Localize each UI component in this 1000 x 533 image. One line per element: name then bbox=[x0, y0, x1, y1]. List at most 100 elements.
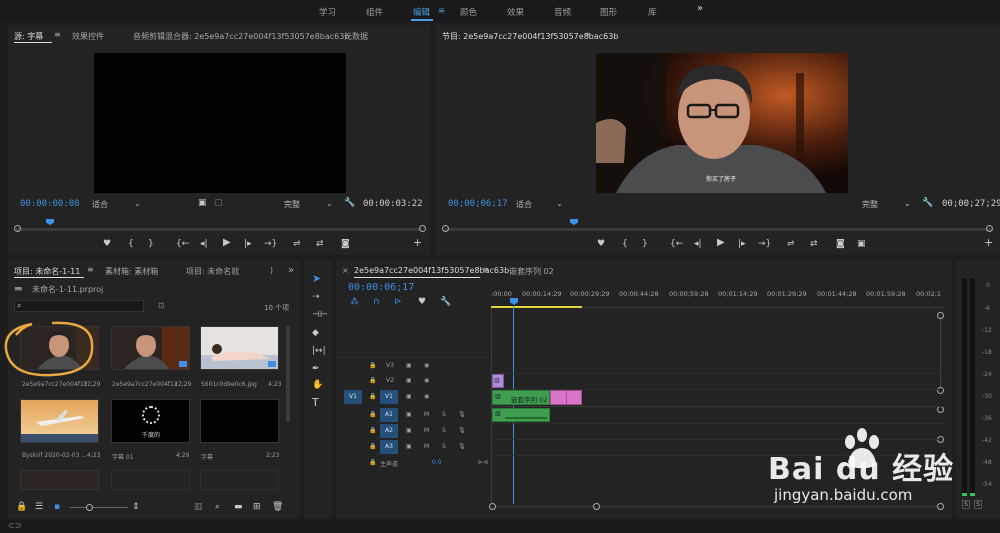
play-icon[interactable]: ▶ bbox=[223, 238, 231, 248]
step-back-icon[interactable]: ◂| bbox=[694, 239, 702, 249]
icon-view-icon[interactable]: ▪ bbox=[54, 502, 60, 512]
lock-icon[interactable]: 🔒 bbox=[369, 377, 376, 384]
master-volume-value[interactable]: 0.0 bbox=[432, 459, 442, 466]
track-header-v2[interactable]: 🔒 V2 ▣ ◉ bbox=[336, 373, 491, 389]
sync-lock-icon[interactable]: ▣ bbox=[406, 411, 412, 418]
source-patch-v1[interactable]: V1 bbox=[344, 390, 362, 404]
add-marker-icon[interactable]: ♥ bbox=[103, 239, 111, 249]
chevron-down-icon[interactable]: ⌄ bbox=[326, 199, 333, 208]
lock-icon[interactable]: 🔒 bbox=[369, 427, 376, 434]
new-bin-icon[interactable]: ▬ bbox=[234, 502, 243, 512]
tab-bin[interactable]: 素材箱: 素材箱 bbox=[105, 266, 158, 277]
workspace-more-icon[interactable]: » bbox=[697, 3, 703, 14]
tab-source[interactable]: 源: 字幕 bbox=[14, 31, 43, 42]
project-item-thumbnail[interactable] bbox=[200, 399, 279, 443]
eye-icon[interactable]: ◉ bbox=[424, 377, 429, 384]
step-back-icon[interactable]: ◂| bbox=[200, 239, 208, 249]
mute-button[interactable]: M bbox=[424, 427, 429, 434]
program-zoom-bar[interactable] bbox=[444, 229, 992, 231]
pen-tool-icon[interactable]: ✒ bbox=[312, 364, 320, 374]
play-icon[interactable]: ▶ bbox=[717, 238, 725, 248]
mark-in-icon[interactable]: { bbox=[622, 239, 628, 249]
find-icon[interactable]: ⌕ bbox=[215, 502, 220, 512]
work-area-bar[interactable] bbox=[491, 306, 582, 308]
tab-menu-icon[interactable]: ≡ bbox=[87, 265, 94, 274]
source-fit-select[interactable]: 适合 bbox=[92, 199, 108, 210]
sync-lock-icon[interactable]: ▣ bbox=[406, 443, 412, 450]
clip-a1-audio[interactable]: ▥ bbox=[492, 408, 550, 422]
hand-tool-icon[interactable]: ✋ bbox=[312, 380, 323, 390]
timeline-timecode[interactable]: 00:00:06;17 bbox=[348, 282, 414, 293]
track-header-a1[interactable]: 🔒 A1 ▣ M S 🎙 bbox=[336, 407, 491, 423]
nest-toggle-icon[interactable]: ⁂ bbox=[350, 297, 359, 307]
project-item-thumbnail[interactable] bbox=[20, 470, 99, 490]
timeline-ruler[interactable]: :00;00 00;00;14;29 00;00;29;29 00;00;44;… bbox=[491, 284, 943, 308]
timeline-settings-icon[interactable]: 🔧 bbox=[440, 297, 451, 307]
go-to-out-icon[interactable]: →} bbox=[758, 239, 771, 249]
go-to-in-icon[interactable]: {← bbox=[670, 239, 683, 249]
tab-menu-icon[interactable]: ≡ bbox=[482, 265, 489, 274]
lock-icon[interactable]: 🔒 bbox=[369, 411, 376, 418]
solo-button[interactable]: S bbox=[442, 427, 446, 434]
tab-project[interactable]: 项目: 未命名-1-11 bbox=[14, 266, 80, 277]
track-id[interactable]: A1 bbox=[380, 408, 398, 422]
track-id[interactable]: V1 bbox=[380, 390, 398, 404]
program-time-ruler[interactable] bbox=[444, 213, 992, 229]
zoom-handle-left[interactable] bbox=[14, 225, 21, 232]
mute-button[interactable]: M bbox=[424, 411, 429, 418]
snap-icon[interactable]: ∩ bbox=[373, 297, 380, 307]
go-to-in-icon[interactable]: {← bbox=[176, 239, 189, 249]
step-forward-icon[interactable]: |▸ bbox=[244, 239, 252, 249]
camera-icon[interactable]: ◙ bbox=[341, 239, 350, 249]
project-search-input[interactable]: ⌕ bbox=[14, 300, 144, 312]
new-search-bin-icon[interactable]: ⊡ bbox=[158, 301, 165, 311]
source-timecode-current[interactable]: 00:00:00:08 bbox=[20, 199, 80, 209]
mark-out-icon[interactable]: } bbox=[148, 239, 154, 249]
project-item-thumbnail[interactable] bbox=[200, 470, 279, 490]
program-fit-select[interactable]: 适合 bbox=[516, 199, 532, 210]
tab-menu-icon[interactable]: ≡ bbox=[584, 30, 591, 39]
microphone-icon[interactable]: 🎙 bbox=[458, 411, 466, 418]
ripple-edit-tool-icon[interactable]: ⊣⊢ bbox=[312, 310, 328, 320]
mute-button[interactable]: M bbox=[424, 443, 429, 450]
tab-menu-icon[interactable]: ≡ bbox=[54, 30, 61, 39]
lift-icon[interactable]: ⇌ bbox=[787, 239, 795, 249]
vertical-zoom-handle[interactable] bbox=[937, 312, 944, 319]
track-header-v1[interactable]: V1 🔒 V1 ▣ ◉ bbox=[336, 389, 491, 405]
workspace-color[interactable]: 颜色 bbox=[460, 6, 477, 18]
project-item-thumbnail[interactable] bbox=[200, 326, 279, 370]
workspace-graphics[interactable]: 图形 bbox=[600, 6, 617, 18]
wrench-icon[interactable]: 🔧 bbox=[922, 198, 933, 208]
selection-tool-icon[interactable]: ➤ bbox=[312, 273, 321, 284]
type-tool-icon[interactable]: T bbox=[312, 397, 319, 408]
project-item-thumbnail[interactable] bbox=[111, 470, 190, 490]
go-to-end-icon[interactable]: ⊳⊲ bbox=[478, 459, 488, 466]
project-item-thumbnail[interactable] bbox=[20, 399, 99, 443]
add-button-icon[interactable]: + bbox=[984, 237, 993, 248]
h-scroll-handle-left[interactable] bbox=[489, 503, 496, 510]
workspace-menu-icon[interactable]: ≡ bbox=[438, 6, 445, 16]
list-view-icon[interactable]: ☰ bbox=[35, 502, 43, 512]
extract-icon[interactable]: ⇄ bbox=[810, 239, 818, 249]
camera-icon[interactable]: ◙ bbox=[836, 239, 845, 249]
sync-lock-icon[interactable]: ▣ bbox=[406, 362, 412, 369]
chevron-down-icon[interactable]: ⌄ bbox=[134, 199, 141, 208]
clip-v2-title[interactable]: ▥ bbox=[492, 374, 504, 388]
source-quality-select[interactable]: 完整 bbox=[284, 199, 300, 210]
add-marker-icon[interactable]: ♥ bbox=[597, 239, 605, 249]
zoom-handle-left[interactable] bbox=[442, 225, 449, 232]
source-time-ruler[interactable] bbox=[16, 213, 422, 229]
sync-lock-icon[interactable]: ▣ bbox=[406, 377, 412, 384]
slip-tool-icon[interactable]: |↔| bbox=[312, 346, 326, 356]
vertical-scroll-track[interactable] bbox=[940, 319, 941, 387]
trash-icon[interactable]: 🗑 bbox=[272, 502, 283, 512]
program-title[interactable]: 节目: 2e5e9a7cc27e004f13f53057e8bac63b bbox=[442, 31, 618, 42]
workspace-editing[interactable]: 编辑 bbox=[413, 6, 430, 18]
add-button-icon[interactable]: + bbox=[413, 237, 422, 248]
new-item-icon[interactable]: ⊞ bbox=[253, 502, 261, 512]
track-header-v3[interactable]: 🔒 V3 ▣ ◉ bbox=[336, 357, 491, 373]
lock-icon[interactable]: 🔒 bbox=[369, 443, 376, 450]
wrench-icon[interactable]: 🔧 bbox=[344, 198, 355, 208]
tab-overflow-icon[interactable]: ⟩ bbox=[270, 266, 273, 275]
eye-icon[interactable]: ◉ bbox=[424, 393, 429, 400]
